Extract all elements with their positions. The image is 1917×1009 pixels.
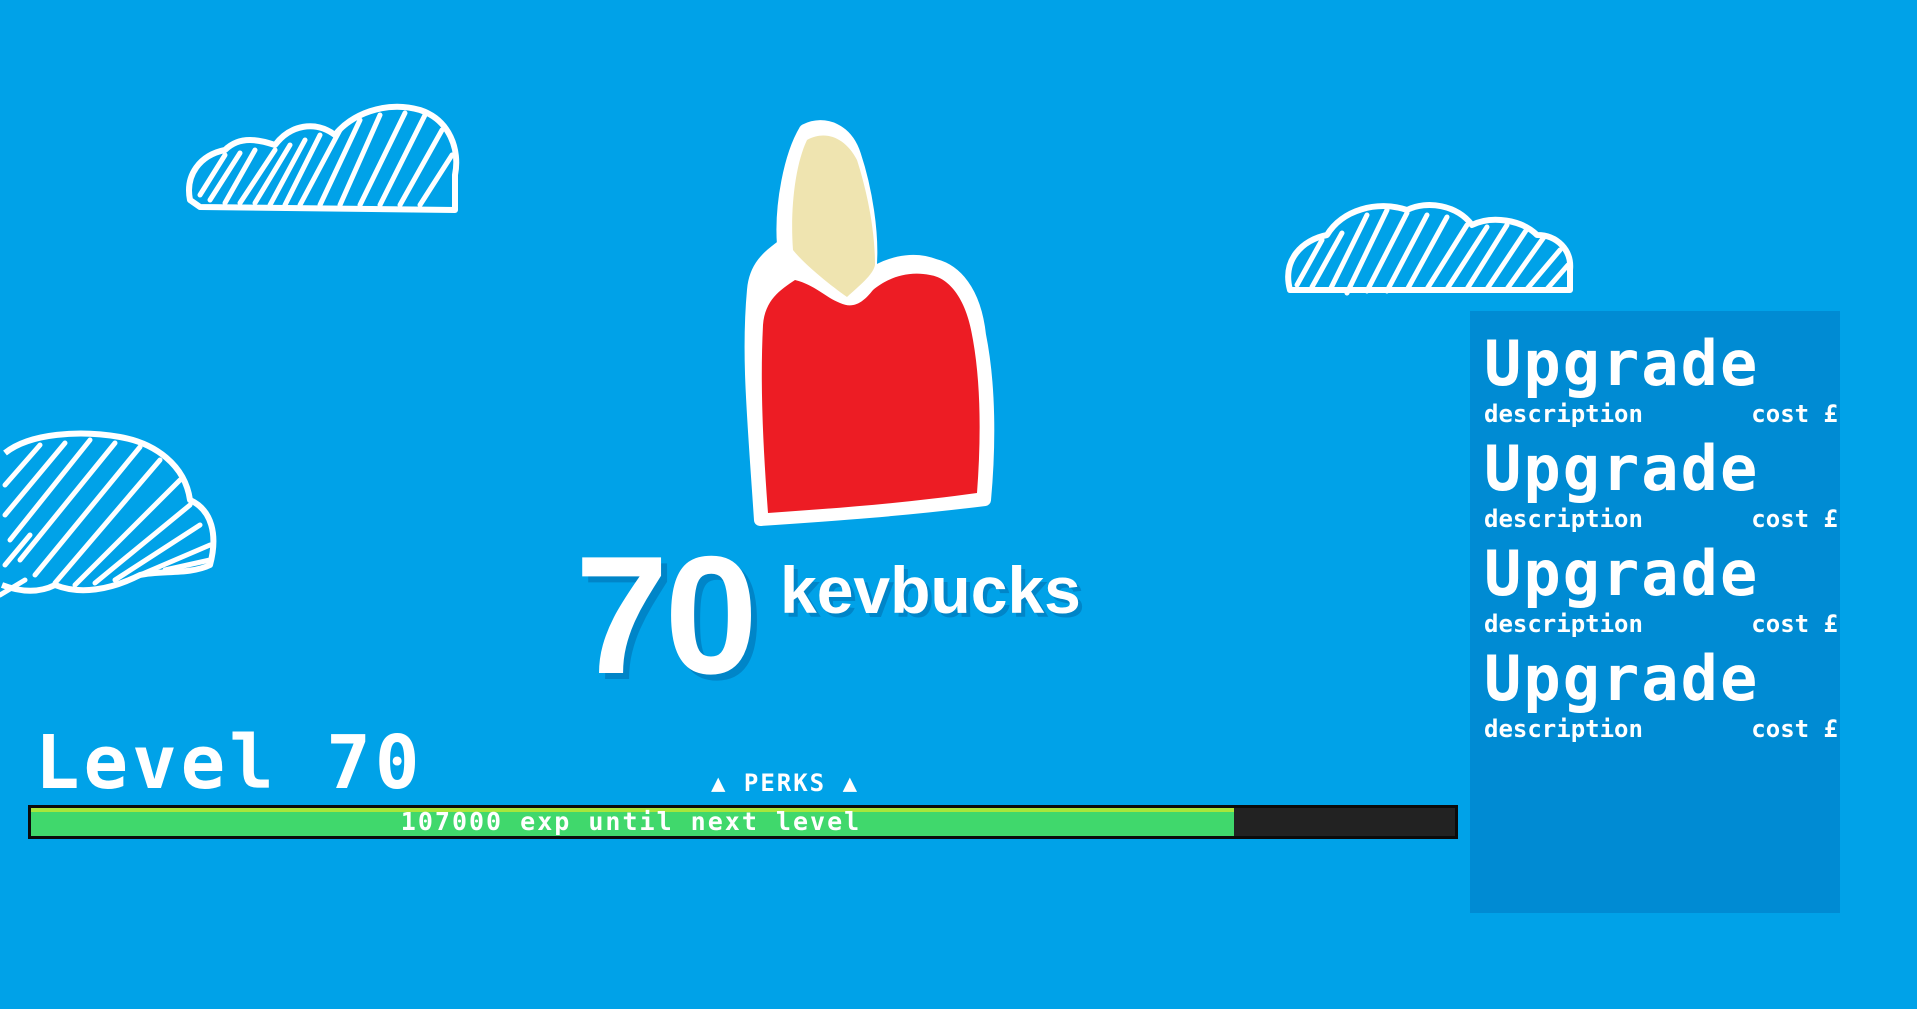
upgrade-description: description (1484, 400, 1643, 428)
upgrade-description: description (1484, 715, 1643, 743)
upgrade-name: Upgrade (1484, 642, 1760, 715)
currency-display: 70 kevbucks (575, 530, 1135, 700)
upgrade-item-4[interactable]: Upgrade description cost £ (1484, 644, 1838, 748)
exp-progress-bar: 107000 exp until next level (28, 805, 1458, 839)
upgrade-cost: cost £ (1751, 505, 1838, 533)
exp-progress-text: 107000 exp until next level (400, 807, 862, 836)
upgrade-item-2[interactable]: Upgrade description cost £ (1484, 434, 1838, 538)
cloud-top-right (1285, 202, 1574, 296)
level-label: Level 70 (35, 720, 424, 806)
upgrade-item-1[interactable]: Upgrade description cost £ (1484, 329, 1838, 433)
perks-toggle-button[interactable]: ▲ PERKS ▲ (700, 768, 870, 798)
upgrade-name: Upgrade (1484, 537, 1760, 610)
kev-character[interactable] (735, 115, 1035, 535)
upgrade-panel: Upgrade description cost £ Upgrade descr… (1470, 311, 1840, 913)
upgrade-item-3[interactable]: Upgrade description cost £ (1484, 539, 1838, 643)
upgrade-cost: cost £ (1751, 715, 1838, 743)
upgrade-description: description (1484, 610, 1643, 638)
upgrade-description: description (1484, 505, 1643, 533)
upgrade-name: Upgrade (1484, 432, 1760, 505)
upgrade-cost: cost £ (1751, 400, 1838, 428)
cloud-left (0, 430, 217, 598)
cloud-top-left (186, 103, 460, 213)
kevbucks-amount: 70 (575, 521, 758, 709)
kevbucks-unit: kevbucks (780, 553, 1081, 627)
upgrade-name: Upgrade (1484, 327, 1760, 400)
upgrade-cost: cost £ (1751, 610, 1838, 638)
